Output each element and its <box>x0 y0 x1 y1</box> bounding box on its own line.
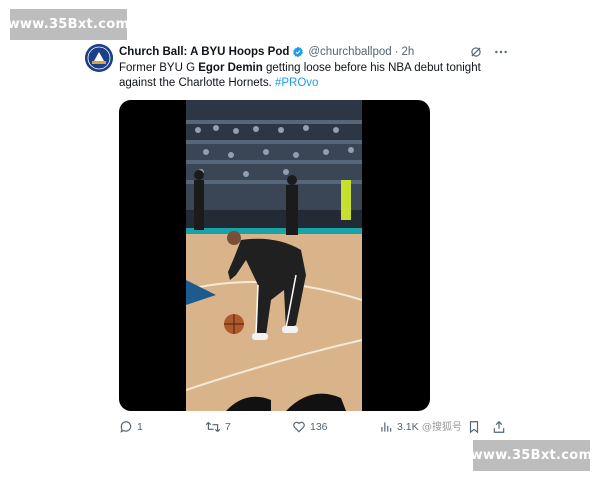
hashtag-link[interactable]: #PROvo <box>275 77 318 89</box>
separator-dot: · <box>394 46 399 58</box>
verified-badge-icon <box>293 46 304 58</box>
reply-action[interactable]: 1 <box>119 420 143 434</box>
tweet-text-mention: Egor Demin <box>198 62 263 74</box>
repost-icon <box>205 422 221 432</box>
tweet-header-icons <box>469 44 509 60</box>
like-icon <box>293 421 305 433</box>
tweet-text: Former BYU G Egor Demin getting loose be… <box>119 61 489 91</box>
tweet-video[interactable] <box>119 100 430 411</box>
views-count: 3.1K <box>397 421 419 433</box>
watermark-top: www.35Bxt.com <box>8 9 129 40</box>
reply-icon <box>120 421 132 433</box>
views-icon <box>381 422 392 432</box>
more-icon[interactable] <box>493 44 509 60</box>
tweet-header: Church Ball: A BYU Hoops Pod @churchball… <box>119 44 509 60</box>
repost-action[interactable]: 7 <box>205 420 231 434</box>
tweet-text-part1: Former BYU G <box>119 62 199 74</box>
source-watermark: @搜狐号 <box>422 422 462 433</box>
share-icon[interactable] <box>492 420 506 434</box>
watermark-bottom: www.35Bxt.com <box>471 440 592 471</box>
author-name[interactable]: Church Ball: A BYU Hoops Pod <box>119 46 289 58</box>
like-action[interactable]: 136 <box>292 420 328 434</box>
reply-count: 1 <box>137 421 143 433</box>
video-still-image <box>186 100 362 411</box>
like-count: 136 <box>310 421 328 433</box>
timestamp[interactable]: 2h <box>402 46 415 58</box>
avatar[interactable] <box>85 44 113 72</box>
video-frame <box>186 100 362 411</box>
repost-count: 7 <box>225 421 231 433</box>
bookmark-icon[interactable] <box>467 420 481 434</box>
grok-icon[interactable] <box>469 45 483 59</box>
author-handle[interactable]: @churchballpod <box>308 46 391 58</box>
avatar-logo-icon <box>85 44 113 72</box>
views-action[interactable]: 3.1K <box>379 420 419 434</box>
